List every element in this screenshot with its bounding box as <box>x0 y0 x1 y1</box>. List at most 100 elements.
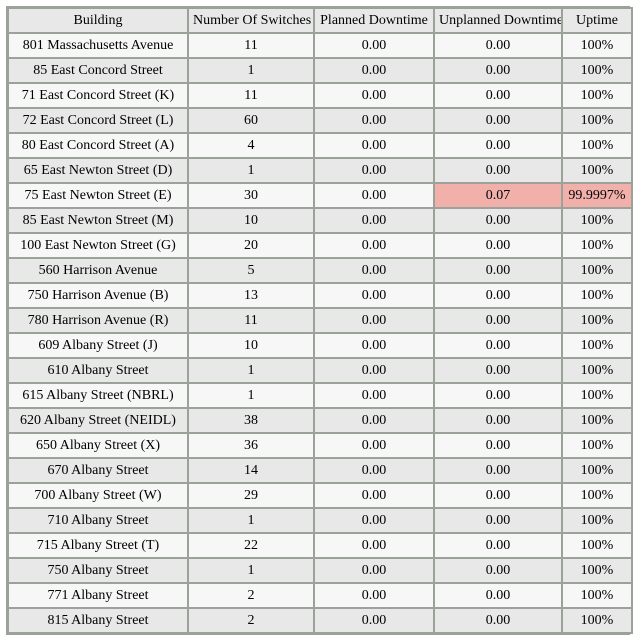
cell-building: 71 East Concord Street (K) <box>8 83 188 108</box>
cell-uptime: 100% <box>562 458 632 483</box>
cell-planned: 0.00 <box>314 283 434 308</box>
cell-building: 750 Albany Street <box>8 558 188 583</box>
cell-building: 72 East Concord Street (L) <box>8 108 188 133</box>
cell-switches: 20 <box>188 233 314 258</box>
table-row: 72 East Concord Street (L)600.000.00100% <box>8 108 632 133</box>
cell-uptime: 100% <box>562 283 632 308</box>
cell-unplanned: 0.00 <box>434 283 562 308</box>
col-planned: Planned Downtime <box>314 8 434 33</box>
cell-switches: 60 <box>188 108 314 133</box>
table-row: 650 Albany Street (X)360.000.00100% <box>8 433 632 458</box>
cell-building: 815 Albany Street <box>8 608 188 633</box>
table-row: 815 Albany Street20.000.00100% <box>8 608 632 633</box>
cell-building: 85 East Newton Street (M) <box>8 208 188 233</box>
cell-unplanned: 0.00 <box>434 533 562 558</box>
cell-planned: 0.00 <box>314 133 434 158</box>
cell-uptime: 100% <box>562 108 632 133</box>
table-row: 715 Albany Street (T)220.000.00100% <box>8 533 632 558</box>
table-row: 750 Harrison Avenue (B)130.000.00100% <box>8 283 632 308</box>
cell-switches: 10 <box>188 208 314 233</box>
cell-building: 650 Albany Street (X) <box>8 433 188 458</box>
table-row: 80 East Concord Street (A)40.000.00100% <box>8 133 632 158</box>
cell-planned: 0.00 <box>314 508 434 533</box>
table-row: 560 Harrison Avenue50.000.00100% <box>8 258 632 283</box>
cell-unplanned: 0.00 <box>434 233 562 258</box>
col-unplanned: Unplanned Downtime <box>434 8 562 33</box>
cell-building: 700 Albany Street (W) <box>8 483 188 508</box>
table-row: 710 Albany Street10.000.00100% <box>8 508 632 533</box>
cell-building: 710 Albany Street <box>8 508 188 533</box>
cell-switches: 1 <box>188 358 314 383</box>
cell-building: 80 East Concord Street (A) <box>8 133 188 158</box>
cell-uptime: 100% <box>562 58 632 83</box>
cell-unplanned: 0.00 <box>434 458 562 483</box>
table-row: 85 East Newton Street (M)100.000.00100% <box>8 208 632 233</box>
cell-unplanned: 0.00 <box>434 83 562 108</box>
cell-planned: 0.00 <box>314 533 434 558</box>
table-row: 610 Albany Street10.000.00100% <box>8 358 632 383</box>
uptime-table: Building Number Of Switches Planned Down… <box>7 7 633 634</box>
cell-building: 609 Albany Street (J) <box>8 333 188 358</box>
cell-building: 560 Harrison Avenue <box>8 258 188 283</box>
cell-unplanned: 0.00 <box>434 408 562 433</box>
cell-building: 75 East Newton Street (E) <box>8 183 188 208</box>
cell-planned: 0.00 <box>314 583 434 608</box>
table-row: 65 East Newton Street (D)10.000.00100% <box>8 158 632 183</box>
cell-building: 670 Albany Street <box>8 458 188 483</box>
cell-uptime: 100% <box>562 358 632 383</box>
cell-planned: 0.00 <box>314 83 434 108</box>
cell-switches: 22 <box>188 533 314 558</box>
cell-planned: 0.00 <box>314 333 434 358</box>
table-row: 771 Albany Street20.000.00100% <box>8 583 632 608</box>
cell-planned: 0.00 <box>314 433 434 458</box>
cell-unplanned: 0.00 <box>434 583 562 608</box>
cell-unplanned: 0.00 <box>434 358 562 383</box>
table-row: 75 East Newton Street (E)300.000.0799.99… <box>8 183 632 208</box>
cell-switches: 1 <box>188 58 314 83</box>
cell-building: 780 Harrison Avenue (R) <box>8 308 188 333</box>
cell-switches: 11 <box>188 308 314 333</box>
cell-switches: 30 <box>188 183 314 208</box>
cell-uptime: 100% <box>562 308 632 333</box>
cell-switches: 1 <box>188 383 314 408</box>
cell-unplanned: 0.00 <box>434 208 562 233</box>
cell-unplanned: 0.07 <box>434 183 562 208</box>
cell-building: 610 Albany Street <box>8 358 188 383</box>
header-row: Building Number Of Switches Planned Down… <box>8 8 632 33</box>
cell-uptime: 100% <box>562 408 632 433</box>
cell-switches: 2 <box>188 608 314 633</box>
cell-switches: 4 <box>188 133 314 158</box>
cell-uptime: 100% <box>562 258 632 283</box>
cell-planned: 0.00 <box>314 208 434 233</box>
cell-uptime: 100% <box>562 383 632 408</box>
cell-switches: 38 <box>188 408 314 433</box>
table-row: 670 Albany Street140.000.00100% <box>8 458 632 483</box>
cell-uptime: 100% <box>562 608 632 633</box>
table-row: 100 East Newton Street (G)200.000.00100% <box>8 233 632 258</box>
cell-switches: 29 <box>188 483 314 508</box>
cell-unplanned: 0.00 <box>434 158 562 183</box>
cell-unplanned: 0.00 <box>434 608 562 633</box>
cell-unplanned: 0.00 <box>434 58 562 83</box>
cell-uptime: 100% <box>562 233 632 258</box>
cell-building: 715 Albany Street (T) <box>8 533 188 558</box>
cell-building: 620 Albany Street (NEIDL) <box>8 408 188 433</box>
cell-uptime: 100% <box>562 208 632 233</box>
cell-planned: 0.00 <box>314 33 434 58</box>
cell-unplanned: 0.00 <box>434 433 562 458</box>
cell-uptime: 100% <box>562 508 632 533</box>
cell-unplanned: 0.00 <box>434 33 562 58</box>
cell-building: 801 Massachusetts Avenue <box>8 33 188 58</box>
cell-switches: 1 <box>188 558 314 583</box>
cell-planned: 0.00 <box>314 158 434 183</box>
cell-unplanned: 0.00 <box>434 108 562 133</box>
cell-unplanned: 0.00 <box>434 383 562 408</box>
table-row: 700 Albany Street (W)290.000.00100% <box>8 483 632 508</box>
table-head: Building Number Of Switches Planned Down… <box>8 8 632 33</box>
cell-building: 771 Albany Street <box>8 583 188 608</box>
cell-uptime: 100% <box>562 33 632 58</box>
cell-planned: 0.00 <box>314 233 434 258</box>
table-row: 750 Albany Street10.000.00100% <box>8 558 632 583</box>
cell-uptime: 100% <box>562 333 632 358</box>
cell-switches: 36 <box>188 433 314 458</box>
